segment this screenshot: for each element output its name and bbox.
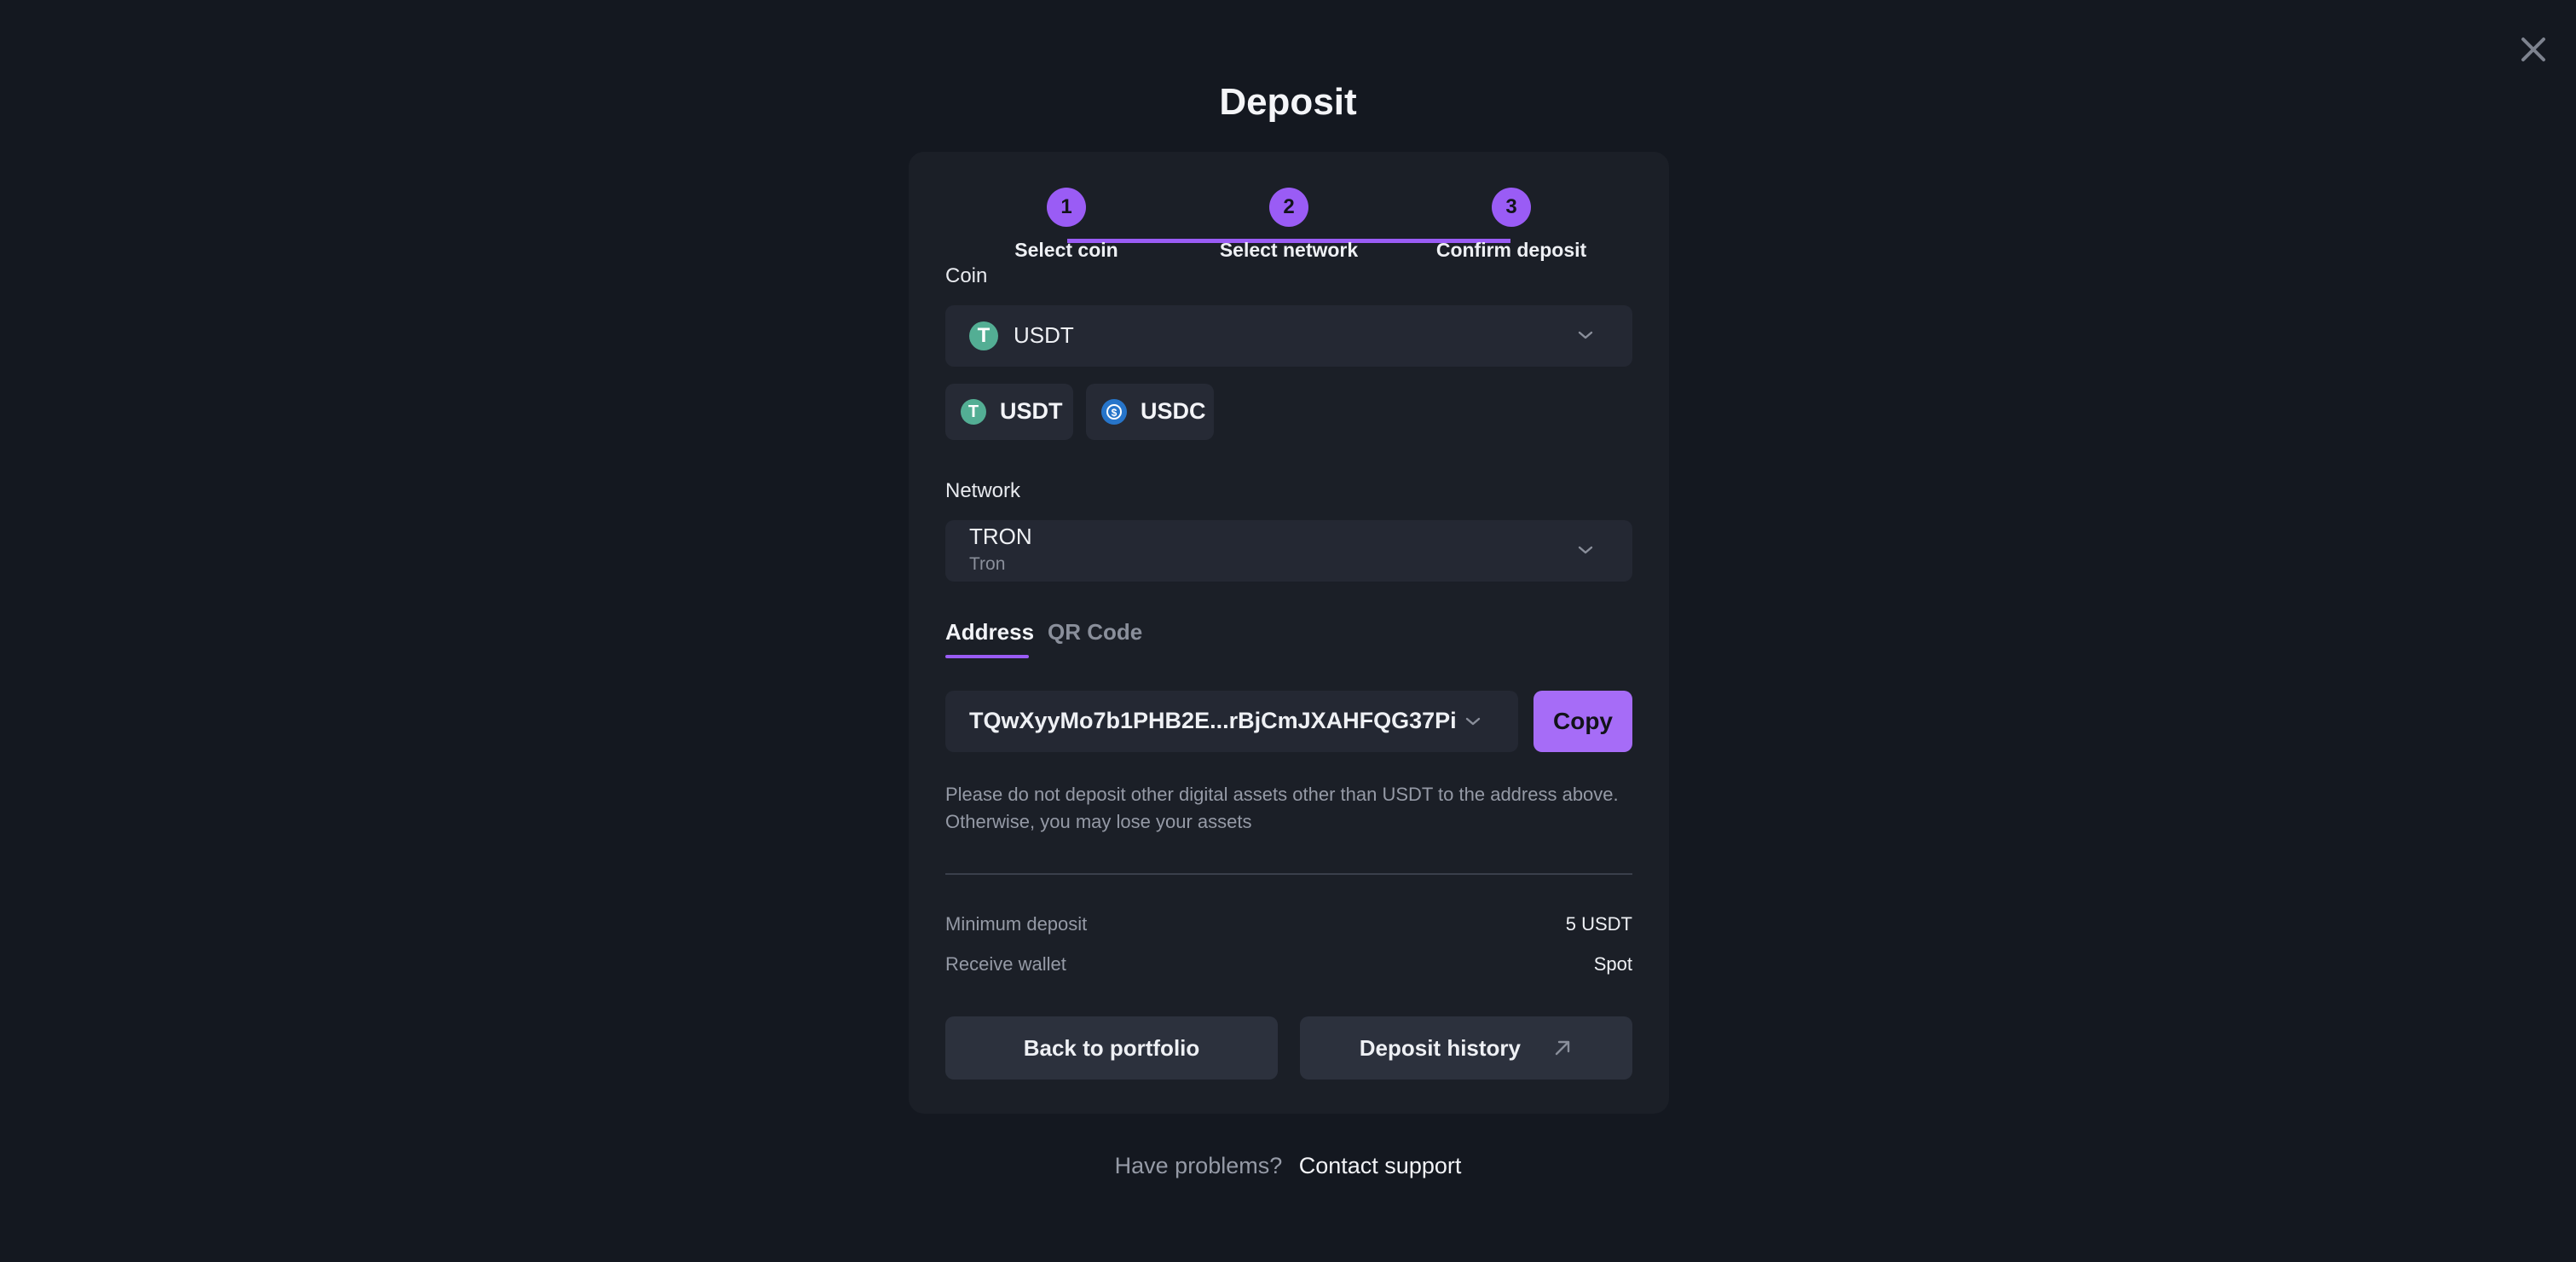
step-2-number: 2: [1269, 188, 1308, 227]
chevron-down-icon: [1465, 717, 1481, 726]
step-3-number: 3: [1492, 188, 1531, 227]
back-to-portfolio-button[interactable]: Back to portfolio: [945, 1016, 1278, 1080]
arrow-up-right-icon: [1556, 1040, 1570, 1056]
copy-button[interactable]: Copy: [1533, 691, 1632, 752]
deposit-address: TQwXyyMo7b1PHB2E...rBjCmJXAHFQG37Pi: [969, 708, 1457, 733]
step-2: 2 Select network: [1204, 188, 1374, 262]
deposit-history-button[interactable]: Deposit history: [1300, 1016, 1632, 1080]
help-footer: Have problems? Contact support: [0, 1153, 2576, 1179]
tether-icon: T: [969, 321, 998, 350]
info-row-receive-wallet: Receive wallet Spot: [945, 953, 1632, 979]
info-value: 5 USDT: [1565, 913, 1632, 935]
deposit-card: 1 Select coin 2 Select network 3 Confirm…: [909, 152, 1669, 1114]
info-row-minimum-deposit: Minimum deposit 5 USDT: [945, 913, 1632, 939]
usdc-icon: $: [1101, 399, 1127, 425]
coin-label: Coin: [945, 264, 988, 287]
tab-address[interactable]: Address: [945, 619, 1034, 645]
back-to-portfolio-label: Back to portfolio: [1023, 1035, 1200, 1061]
tab-qr-code[interactable]: QR Code: [1048, 619, 1142, 645]
svg-text:$: $: [1112, 407, 1118, 419]
warning-line-2: Otherwise, you may lose your assets: [945, 811, 1252, 832]
warning-line-1: Please do not deposit other digital asse…: [945, 784, 1619, 805]
info-key: Receive wallet: [945, 953, 1066, 975]
address-select[interactable]: TQwXyyMo7b1PHB2E...rBjCmJXAHFQG37Pi: [945, 691, 1518, 752]
step-3: 3 Confirm deposit: [1426, 188, 1597, 262]
step-1: 1 Select coin: [981, 188, 1152, 262]
coin-select[interactable]: T USDT: [945, 305, 1632, 367]
contact-support-link[interactable]: Contact support: [1299, 1153, 1462, 1178]
coin-chip-usdc[interactable]: $ USDC: [1086, 384, 1214, 440]
deposit-history-label: Deposit history: [1359, 1035, 1521, 1061]
info-key: Minimum deposit: [945, 913, 1088, 935]
tether-icon: T: [961, 399, 986, 425]
deposit-modal-page: Deposit 1 Select coin 2 Select network 3…: [0, 0, 2576, 1262]
step-1-label: Select coin: [1014, 239, 1118, 261]
coin-chip-label: USDC: [1141, 398, 1206, 424]
coin-select-value: USDT: [1014, 322, 1074, 348]
deposit-warning: Please do not deposit other digital asse…: [945, 781, 1644, 836]
info-value: Spot: [1593, 953, 1632, 975]
network-select-value: TRON: [969, 524, 1032, 549]
step-1-number: 1: [1047, 188, 1086, 227]
coin-chip-usdt[interactable]: T USDT: [945, 384, 1073, 440]
close-icon[interactable]: [2516, 32, 2550, 67]
modal-title: Deposit: [1219, 81, 1357, 123]
network-label: Network: [945, 479, 1021, 502]
coin-chip-label: USDT: [1000, 398, 1063, 424]
active-tab-indicator: [945, 655, 1029, 658]
step-2-label: Select network: [1219, 239, 1359, 261]
chevron-down-icon: [1578, 331, 1593, 339]
divider: [945, 873, 1632, 875]
network-select[interactable]: TRON Tron: [945, 520, 1632, 582]
step-3-label: Confirm deposit: [1435, 239, 1587, 261]
network-select-subvalue: Tron: [969, 554, 1006, 574]
stepper: 1 Select coin 2 Select network 3 Confirm…: [909, 186, 1669, 271]
chevron-down-icon: [1578, 546, 1593, 554]
help-question: Have problems?: [1114, 1153, 1283, 1178]
